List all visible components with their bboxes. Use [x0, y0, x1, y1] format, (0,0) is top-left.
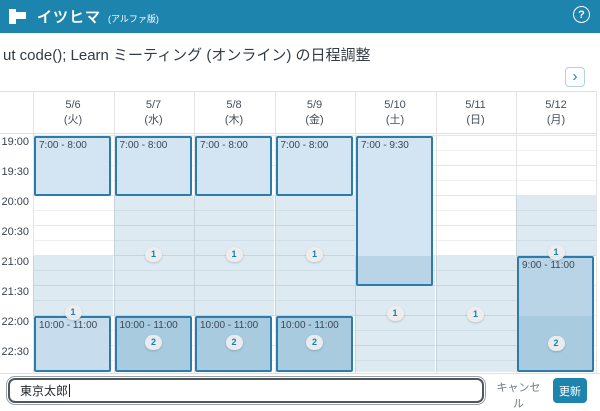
date-header: 5/6(火): [33, 92, 113, 133]
date-header: 5/12(月): [516, 92, 596, 133]
time-label: 20:30: [0, 226, 29, 238]
count-badge: 2: [306, 335, 323, 350]
count-badge: 1: [548, 245, 565, 260]
app-logo-icon: [8, 8, 28, 25]
time-label: 22:30: [0, 346, 29, 358]
date-label: 5/9: [275, 98, 355, 113]
date-label: 5/11: [436, 98, 516, 113]
date-header: 5/9(金): [275, 92, 355, 133]
date-label: 5/8: [194, 98, 274, 113]
cancel-button[interactable]: キャンセル: [490, 378, 547, 403]
overlap-shade: [358, 256, 431, 284]
time-label: 21:00: [0, 256, 29, 268]
availability-block[interactable]: 9:00 - 11:00: [517, 256, 594, 372]
top-app-bar: イツヒマ (アルファ版) ?: [0, 0, 600, 33]
count-badge: 1: [387, 306, 404, 321]
block-time-label: 7:00 - 8:00: [281, 140, 329, 151]
availability-block[interactable]: 7:00 - 9:30: [356, 136, 433, 286]
block-time-label: 7:00 - 8:00: [39, 140, 87, 151]
help-icon[interactable]: ?: [573, 6, 590, 23]
column-divider: [596, 91, 597, 373]
count-badge: 1: [65, 305, 82, 320]
count-badge: 2: [226, 335, 243, 350]
footer-bar: 東京太郎 キャンセル 更新: [0, 374, 600, 411]
date-label: 5/10: [355, 98, 435, 113]
date-header: 5/10(土): [355, 92, 435, 133]
time-label: 22:00: [0, 316, 29, 328]
weekday-label: (水): [114, 113, 194, 128]
weekday-label: (木): [194, 113, 274, 128]
weekday-label: (金): [275, 113, 355, 128]
count-badge: 2: [548, 336, 565, 351]
weekday-label: (月): [516, 113, 596, 128]
name-input-value: 東京太郎: [20, 382, 68, 399]
date-header: 5/7(水): [114, 92, 194, 133]
block-time-label: 10:00 - 11:00: [39, 320, 97, 331]
time-label: 20:00: [0, 196, 29, 208]
weekday-label: (火): [33, 113, 113, 128]
grid-header-divider: [0, 133, 596, 134]
weekday-label: (土): [355, 113, 435, 128]
date-header: 5/8(木): [194, 92, 274, 133]
availability-block[interactable]: 7:00 - 8:00: [34, 136, 111, 196]
count-badge: 2: [145, 335, 162, 350]
block-time-label: 10:00 - 11:00: [120, 320, 178, 331]
date-label: 5/7: [114, 98, 194, 113]
availability-block[interactable]: 7:00 - 8:00: [195, 136, 272, 196]
availability-block[interactable]: 7:00 - 8:00: [115, 136, 192, 196]
block-time-label: 7:00 - 8:00: [120, 140, 168, 151]
next-week-button[interactable]: ›: [565, 67, 585, 87]
date-label: 5/12: [516, 98, 596, 113]
app-name: イツヒマ: [37, 6, 101, 27]
availability-block[interactable]: 7:00 - 8:00: [276, 136, 353, 196]
page-title: ut code(); Learn ミーティング (オンライン) の日程調整: [3, 44, 371, 65]
name-input[interactable]: 東京太郎: [8, 378, 484, 403]
block-time-label: 10:00 - 11:00: [281, 320, 339, 331]
availability-block[interactable]: 10:00 - 11:00: [34, 316, 111, 372]
weekday-label: (日): [436, 113, 516, 128]
block-time-label: 7:00 - 9:30: [361, 140, 409, 151]
count-badge: 1: [145, 247, 162, 262]
count-badge: 1: [467, 307, 484, 322]
alpha-version-tag: (アルファ版): [108, 12, 159, 25]
block-time-label: 10:00 - 11:00: [200, 320, 258, 331]
app-window: イツヒマ (アルファ版) ? ut code(); Learn ミーティング (…: [0, 0, 600, 411]
count-badge: 1: [226, 247, 243, 262]
time-label: 19:00: [0, 136, 29, 148]
time-label: 19:30: [0, 166, 29, 178]
count-badge: 1: [306, 247, 323, 262]
date-header: 5/11(日): [436, 92, 516, 133]
time-label: 21:30: [0, 286, 29, 298]
update-button[interactable]: 更新: [553, 378, 587, 403]
block-time-label: 9:00 - 11:00: [522, 260, 575, 271]
text-caret: [69, 384, 70, 397]
block-time-label: 7:00 - 8:00: [200, 140, 248, 151]
date-label: 5/6: [33, 98, 113, 113]
